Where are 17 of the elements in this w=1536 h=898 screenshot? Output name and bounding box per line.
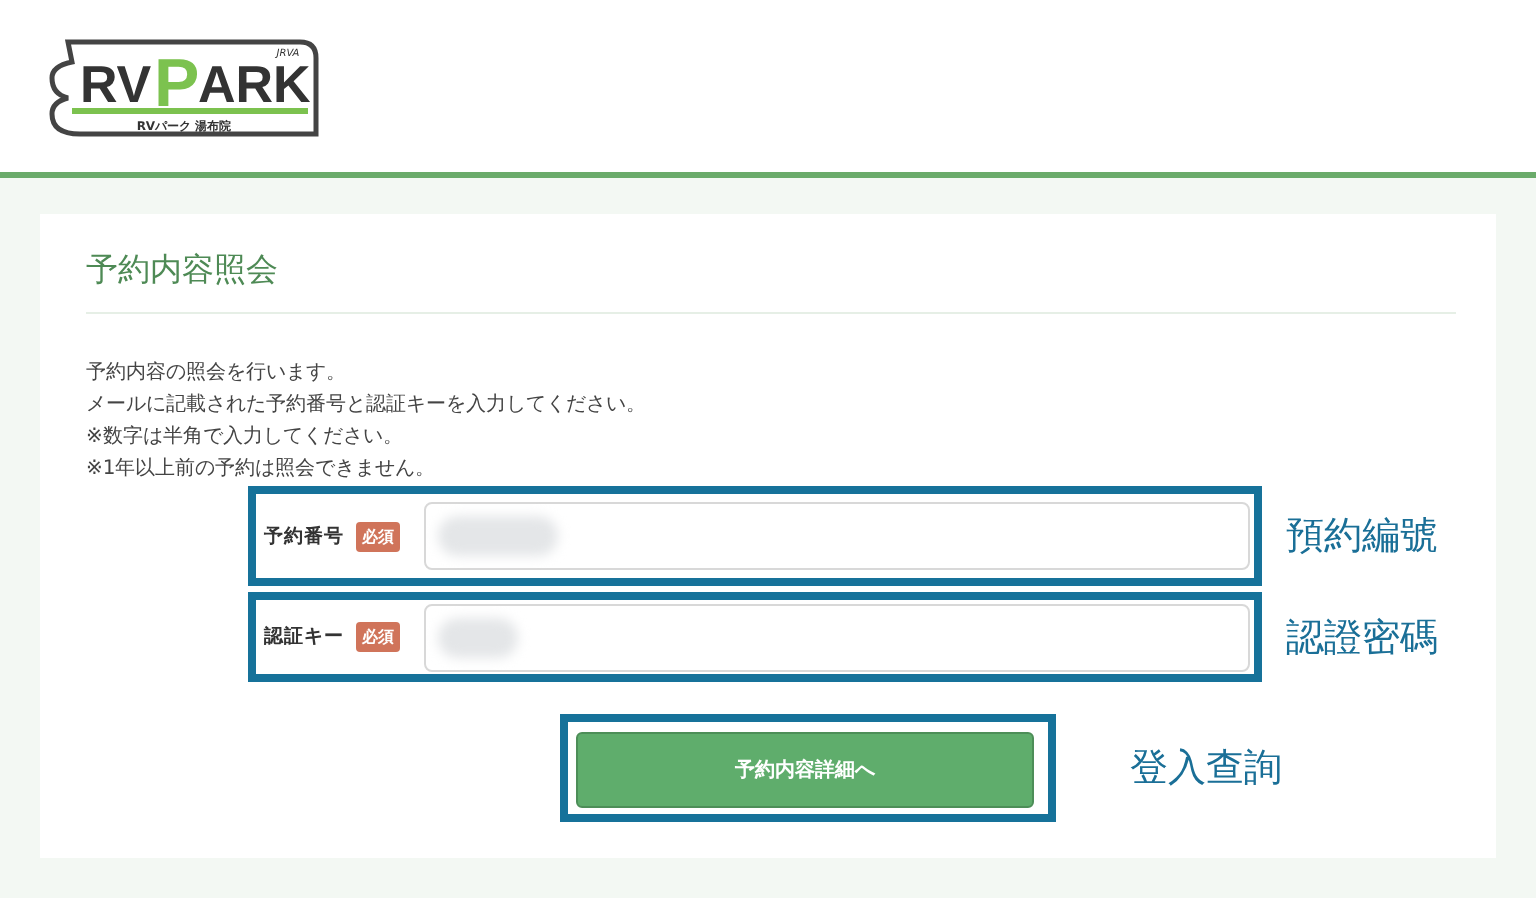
description-text: ※1年以上前の予約は照会できません。 [86, 455, 438, 484]
page-title: 予約内容照会 [86, 250, 1456, 314]
input-field[interactable] [424, 603, 1250, 671]
input-field[interactable] [424, 502, 1250, 570]
annotation-label: 預約編號 [1286, 512, 1438, 562]
required-badge: 必須 [356, 521, 400, 551]
blurred-value [438, 516, 558, 556]
description-text: ※数字は半角で入力してください。 [86, 423, 405, 452]
field-label: 認証キー [264, 624, 346, 650]
blurred-value [438, 617, 518, 657]
annotation-label: 登入查詢 [1130, 744, 1282, 794]
required-badge: 必須 [356, 622, 400, 652]
description-text: メールに記載された予約番号と認証キーを入力してください。 [86, 391, 648, 420]
annotation-label: 認證密碼 [1286, 613, 1438, 663]
description-text: 予約内容の照会を行います。 [86, 359, 348, 388]
submit-button[interactable]: 予約内容詳細へ [576, 732, 1034, 808]
field-label: 予約番号 [264, 523, 346, 549]
